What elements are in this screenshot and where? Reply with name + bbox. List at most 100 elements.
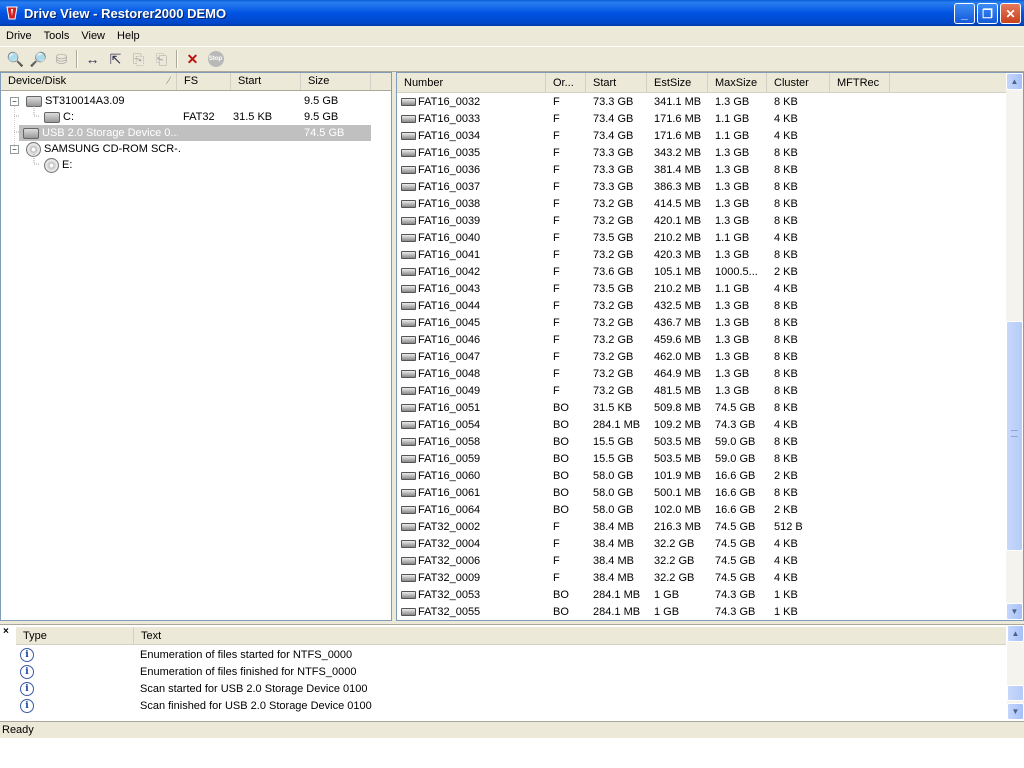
- title-bar[interactable]: Drive View - Restorer2000 DEMO _ ❐ ✕: [0, 0, 1024, 26]
- table-row[interactable]: FAT32_0006 F 38.4 MB 32.2 GB 74.5 GB 4 KB: [397, 552, 1007, 569]
- table-row[interactable]: FAT16_0048 F 73.2 GB 464.9 MB 1.3 GB 8 KB: [397, 365, 1007, 382]
- tree-item[interactable]: E:: [1, 157, 371, 173]
- table-row[interactable]: FAT32_0055 BO 284.1 MB 1 GB 74.3 GB 1 KB: [397, 603, 1007, 620]
- table-row[interactable]: FAT16_0058 BO 15.5 GB 503.5 MB 59.0 GB 8 KB: [397, 433, 1007, 450]
- arrow-down-icon: ▼: [1011, 707, 1020, 716]
- log-row[interactable]: i Scan started for USB 2.0 Storage Device…: [16, 680, 996, 697]
- column-header-orientation[interactable]: Or...: [546, 73, 586, 92]
- scroll-thumb[interactable]: [1006, 321, 1023, 551]
- table-row[interactable]: FAT16_0049 F 73.2 GB 481.5 MB 1.3 GB 8 KB: [397, 382, 1007, 399]
- tree-item[interactable]: − ST310014A3.09 9.5 GB: [1, 93, 371, 109]
- column-header-cluster[interactable]: Cluster: [767, 73, 830, 92]
- log-row[interactable]: i Enumeration of files finished for NTFS_…: [16, 663, 996, 680]
- collapse-icon[interactable]: −: [10, 96, 19, 106]
- table-row[interactable]: FAT16_0032 F 73.3 GB 341.1 MB 1.3 GB 8 KB: [397, 93, 1007, 110]
- menu-tools[interactable]: Tools: [38, 30, 76, 42]
- table-row[interactable]: FAT16_0059 BO 15.5 GB 503.5 MB 59.0 GB 8 KB: [397, 450, 1007, 467]
- table-row[interactable]: FAT16_0042 F 73.6 GB 105.1 MB 1000.5... 2 KB: [397, 263, 1007, 280]
- table-row[interactable]: FAT16_0037 F 73.3 GB 386.3 MB 1.3 GB 8 KB: [397, 178, 1007, 195]
- table-row[interactable]: FAT16_0043 F 73.5 GB 210.2 MB 1.1 GB 4 KB: [397, 280, 1007, 297]
- table-row[interactable]: FAT32_0002 F 38.4 MB 216.3 MB 74.5 GB 512 B: [397, 518, 1007, 535]
- column-header-maxsize[interactable]: MaxSize: [708, 73, 767, 92]
- log-row[interactable]: i Enumeration of files started for NTFS_0…: [16, 646, 996, 663]
- table-row[interactable]: FAT16_0040 F 73.5 GB 210.2 MB 1.1 GB 4 KB: [397, 229, 1007, 246]
- column-header-start[interactable]: Start: [586, 73, 647, 92]
- table-row[interactable]: FAT32_0004 F 38.4 MB 32.2 GB 74.5 GB 4 KB: [397, 535, 1007, 552]
- column-header-text[interactable]: Text: [134, 627, 334, 644]
- partition-list-panel[interactable]: Number Or... Start EstSize MaxSize Cluster MFT…: [396, 72, 1024, 621]
- delete-button[interactable]: ✕: [181, 48, 204, 70]
- cell-start: 38.4 MB: [593, 571, 634, 584]
- table-row[interactable]: FAT16_0064 BO 58.0 GB 102.0 MB 16.6 GB 2 KB: [397, 501, 1007, 518]
- table-row[interactable]: FAT16_0039 F 73.2 GB 420.1 MB 1.3 GB 8 KB: [397, 212, 1007, 229]
- search-button[interactable]: 🔎: [27, 48, 50, 70]
- log-scroll-up-button[interactable]: ▲: [1007, 625, 1024, 642]
- partition-icon: [401, 386, 416, 395]
- minimize-button[interactable]: _: [954, 3, 975, 24]
- partition-icon: [401, 488, 416, 497]
- table-row[interactable]: FAT16_0036 F 73.3 GB 381.4 MB 1.3 GB 8 KB: [397, 161, 1007, 178]
- log-scroll-thumb[interactable]: [1007, 685, 1024, 701]
- tree-item[interactable]: − SAMSUNG CD-ROM SCR-...: [1, 141, 371, 157]
- column-header-start[interactable]: Start: [231, 73, 301, 90]
- recover-all-button[interactable]: ⎗: [150, 48, 173, 70]
- tree-item[interactable]: C: FAT32 31.5 KB 9.5 GB: [1, 109, 371, 125]
- log-row[interactable]: i Scan finished for USB 2.0 Storage Devic…: [16, 697, 996, 714]
- open-button[interactable]: ⇱: [104, 48, 127, 70]
- status-bar: Ready: [0, 721, 1024, 738]
- app-icon[interactable]: [4, 5, 20, 21]
- column-header-size[interactable]: Size: [301, 73, 371, 90]
- table-row[interactable]: FAT16_0045 F 73.2 GB 436.7 MB 1.3 GB 8 KB: [397, 314, 1007, 331]
- table-row[interactable]: FAT16_0035 F 73.3 GB 343.2 MB 1.3 GB 8 KB: [397, 144, 1007, 161]
- scroll-up-button[interactable]: ▲: [1006, 73, 1023, 90]
- column-header-device[interactable]: Device/Disk ⁄: [1, 73, 177, 90]
- column-header-type[interactable]: Type: [16, 627, 134, 644]
- maximize-button[interactable]: ❐: [977, 3, 998, 24]
- table-row[interactable]: FAT32_0009 F 38.4 MB 32.2 GB 74.5 GB 4 KB: [397, 569, 1007, 586]
- log-scroll-down-button[interactable]: ▼: [1007, 703, 1024, 720]
- table-row[interactable]: FAT16_0060 BO 58.0 GB 101.9 MB 16.6 GB 2 KB: [397, 467, 1007, 484]
- recover-button[interactable]: ⎘: [127, 48, 150, 70]
- column-header-estsize[interactable]: EstSize: [647, 73, 708, 92]
- log-panel[interactable]: × Type Text i Enumeration of files starte…: [0, 624, 1024, 721]
- column-header-number[interactable]: Number: [397, 73, 546, 92]
- cell-orientation: F: [553, 163, 560, 176]
- table-row[interactable]: FAT16_0044 F 73.2 GB 432.5 MB 1.3 GB 8 KB: [397, 297, 1007, 314]
- table-row[interactable]: FAT16_0051 BO 31.5 KB 509.8 MB 74.5 GB 8 KB: [397, 399, 1007, 416]
- resize-button[interactable]: ↔: [81, 48, 104, 70]
- table-row[interactable]: FAT32_0053 BO 284.1 MB 1 GB 74.3 GB 1 KB: [397, 586, 1007, 603]
- device-tree-panel[interactable]: Device/Disk ⁄ FS Start Size − ST310014A3.0…: [0, 72, 392, 621]
- column-header-mftrec[interactable]: MFTRec: [830, 73, 890, 92]
- cell-estsize: 210.2 MB: [654, 231, 702, 244]
- table-row[interactable]: FAT16_0046 F 73.2 GB 459.6 MB 1.3 GB 8 KB: [397, 331, 1007, 348]
- table-row[interactable]: FAT16_0061 BO 58.0 GB 500.1 MB 16.6 GB 8 KB: [397, 484, 1007, 501]
- menu-drive[interactable]: Drive: [0, 30, 38, 42]
- partition-list[interactable]: FAT16_0032 F 73.3 GB 341.1 MB 1.3 GB 8 KB FAT1…: [397, 93, 1007, 620]
- cell-number: FAT16_0064: [397, 504, 546, 516]
- collapse-icon[interactable]: −: [10, 144, 19, 154]
- menu-help[interactable]: Help: [111, 30, 146, 42]
- cell-estsize: 432.5 MB: [654, 299, 702, 312]
- table-row[interactable]: FAT16_0038 F 73.2 GB 414.5 MB 1.3 GB 8 KB: [397, 195, 1007, 212]
- cell-orientation: F: [553, 367, 560, 380]
- cell-estsize: 509.8 MB: [654, 401, 702, 414]
- cell-estsize: 500.1 MB: [654, 486, 702, 499]
- table-row[interactable]: FAT16_0041 F 73.2 GB 420.3 MB 1.3 GB 8 KB: [397, 246, 1007, 263]
- column-header-fs[interactable]: FS: [177, 73, 231, 90]
- menu-view[interactable]: View: [75, 30, 111, 42]
- cell-start: 58.0 GB: [593, 469, 634, 482]
- drive-options-button[interactable]: ⛁: [50, 48, 73, 70]
- scan-button[interactable]: 🔍: [4, 48, 27, 70]
- table-row[interactable]: FAT16_0054 BO 284.1 MB 109.2 MB 74.3 GB 4 KB: [397, 416, 1007, 433]
- log-close-button[interactable]: ×: [3, 626, 9, 637]
- partition-list-scrollbar[interactable]: ▲ ▼: [1006, 73, 1023, 620]
- scroll-down-button[interactable]: ▼: [1006, 603, 1023, 620]
- stop-button[interactable]: Stop: [204, 48, 227, 70]
- table-row[interactable]: FAT16_0033 F 73.4 GB 171.6 MB 1.1 GB 4 KB: [397, 110, 1007, 127]
- table-row[interactable]: FAT16_0047 F 73.2 GB 462.0 MB 1.3 GB 8 KB: [397, 348, 1007, 365]
- close-button[interactable]: ✕: [1000, 3, 1021, 24]
- table-row[interactable]: FAT16_0034 F 73.4 GB 171.6 MB 1.1 GB 4 KB: [397, 127, 1007, 144]
- arrow-up-icon: ▲: [1011, 629, 1020, 638]
- tree-item[interactable]: USB 2.0 Storage Device 0... 74.5 GB: [19, 125, 371, 141]
- log-scrollbar[interactable]: ▲ ▼: [1007, 625, 1024, 720]
